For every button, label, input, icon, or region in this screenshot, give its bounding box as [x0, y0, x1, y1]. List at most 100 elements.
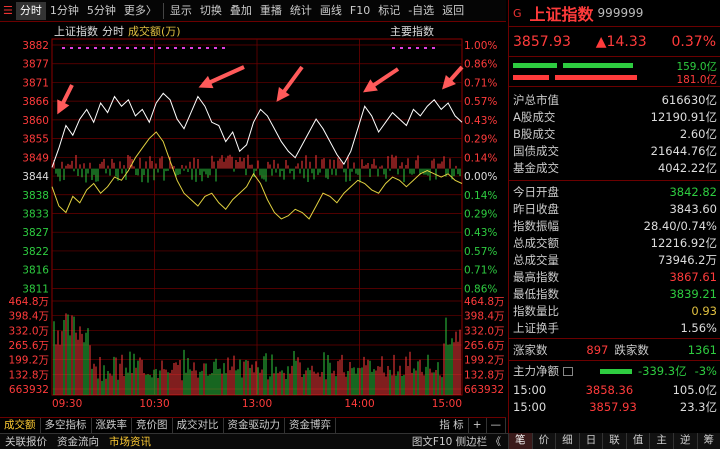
pct-tick-label: 0.57% — [464, 96, 497, 108]
marker-dot — [392, 47, 395, 49]
marker-dot — [190, 47, 193, 49]
display-button[interactable]: 显示 — [166, 2, 196, 20]
netflow-value: -339.3亿 — [638, 364, 687, 378]
quote-change: ▲14.33 — [595, 33, 647, 50]
overlay-button[interactable]: 叠加 — [226, 2, 256, 20]
btn-detail[interactable]: 细 — [555, 433, 579, 449]
index-stat-value: 0.93 — [691, 303, 717, 318]
app-window: ☰ 分时 1分钟 5分钟 更多〉 显示 切换 叠加 重播 统计 画线 F10 标… — [0, 0, 720, 449]
menu-icon[interactable]: ☰ — [0, 2, 16, 20]
pct-tick-label: 0.86% — [464, 59, 497, 71]
index-stat-label: 今日开盘 — [513, 184, 559, 199]
index-stat-label: 上证换手 — [513, 320, 559, 335]
chart-volume-label: 成交额(万) — [128, 24, 181, 38]
btn-link[interactable]: 联 — [602, 433, 626, 449]
quote-panel: G 上证指数 999999 3857.93 ▲14.33 0.37% 159.0… — [508, 0, 720, 449]
index-stat-label: 最低指数 — [513, 286, 559, 301]
stats-button[interactable]: 统计 — [286, 2, 316, 20]
quote-flag: G — [513, 6, 522, 20]
index-stat-value: 3839.21 — [669, 286, 717, 301]
index-stat-value: 3867.61 — [669, 269, 717, 284]
status-market-news[interactable]: 市场资讯 — [104, 434, 156, 449]
add-button[interactable]: + — [469, 418, 487, 433]
vol-tick-label: 464.8万 — [8, 296, 49, 308]
marker-dot — [118, 47, 121, 49]
index-stats: 今日开盘 3842.82 昨日收盘 3843.60 指数振幅 28.40/0.74% 总成交… — [509, 181, 720, 339]
price-tick-label: 3827 — [22, 227, 49, 239]
intraday-chart[interactable]: 上证指数 分时 成交额(万) 主要指数 3882 1.00% 3877 0.86% 38… — [0, 23, 506, 417]
market-stat-row: 沪总市值 616630亿 — [509, 91, 720, 108]
btn-price[interactable]: 价 — [531, 433, 556, 449]
market-stat-value: 4042.22亿 — [657, 160, 717, 175]
index-stat-value: 28.40/0.74% — [643, 218, 717, 233]
time-tick-label: 10:30 — [139, 398, 169, 410]
btn-chips[interactable]: 筹 — [696, 433, 720, 449]
index-stat-label: 指数量比 — [513, 303, 559, 318]
flow-bars: 159.0亿 181.0亿 — [509, 57, 720, 87]
tick-volume: 23.3亿 — [679, 399, 717, 414]
back-button[interactable]: 返回 — [438, 2, 468, 20]
tab-compare[interactable]: 成交对比 — [173, 418, 224, 433]
mark-button[interactable]: 标记 — [374, 2, 404, 20]
minus-button[interactable]: — — [487, 418, 506, 433]
tick-volume: 105.0亿 — [672, 382, 717, 397]
tab-5min[interactable]: 5分钟 — [83, 2, 120, 20]
replay-button[interactable]: 重播 — [256, 2, 286, 20]
tick-time: 15:00 — [513, 399, 547, 414]
main-index-label[interactable]: 主要指数 — [390, 24, 434, 38]
index-stat-row: 最高指数 3867.61 — [509, 268, 720, 285]
btn-trades[interactable]: 笔 — [508, 433, 532, 449]
market-stat-row: 基金成交 4042.22亿 — [509, 159, 720, 176]
marker-dot — [150, 47, 153, 49]
tab-game[interactable]: 资金博弈 — [285, 418, 336, 433]
tab-driver[interactable]: 资金驱动力 — [224, 418, 285, 433]
tick-row: 15:00 3857.93 23.3亿 — [509, 398, 720, 415]
tab-intraday[interactable]: 分时 — [15, 1, 46, 20]
watchlist-button[interactable]: -自选 — [404, 2, 438, 20]
tab-1min[interactable]: 1分钟 — [46, 2, 83, 20]
price-tick-label: 3844 — [22, 171, 49, 183]
market-stat-label: B股成交 — [513, 126, 556, 141]
price-tick-label: 3849 — [22, 152, 49, 164]
tab-longshort[interactable]: 多空指标 — [41, 418, 92, 433]
btn-main[interactable]: 主 — [649, 433, 673, 449]
btn-reverse[interactable]: 逆 — [672, 433, 697, 449]
f10-button[interactable]: F10 — [346, 2, 374, 20]
status-fund-flow[interactable]: 资金流向 — [52, 434, 104, 449]
marker-dot — [134, 47, 137, 49]
breadth-row: 涨家数 897 跌家数 1361 — [509, 339, 720, 361]
marker-dot — [214, 47, 217, 49]
marker-dot — [206, 47, 209, 49]
tab-updown[interactable]: 涨跌率 — [92, 418, 132, 433]
marker-dot — [94, 47, 97, 49]
netflow-pct: -3% — [694, 364, 717, 378]
market-stat-value: 21644.76亿 — [650, 143, 717, 158]
vol-tick-label-right: 265.6万 — [464, 340, 505, 352]
netflow-label: 主力净额 — [513, 364, 559, 378]
draw-button[interactable]: 画线 — [316, 2, 346, 20]
pct-tick-label: 0.14% — [464, 152, 497, 164]
tab-turnover[interactable]: 成交额 — [0, 418, 41, 433]
vol-tick-label: 132.8万 — [8, 369, 49, 381]
price-tick-label: 3816 — [22, 265, 49, 277]
btn-value[interactable]: 值 — [625, 433, 650, 449]
status-related-quotes[interactable]: 关联报价 — [0, 434, 52, 449]
btn-day[interactable]: 日 — [578, 433, 603, 449]
vol-tick-label: 332.0万 — [8, 325, 49, 337]
quote-price: 3857.93 — [513, 33, 571, 50]
netflow-toggle-icon[interactable] — [563, 366, 573, 376]
divider — [162, 2, 164, 19]
index-stat-label: 指数振幅 — [513, 218, 559, 233]
tab-auction[interactable]: 竞价图 — [132, 418, 173, 433]
marker-dot — [86, 47, 89, 49]
tab-more[interactable]: 更多〉 — [120, 2, 161, 20]
pct-tick-label: 1.00% — [464, 40, 497, 52]
indicator-button[interactable]: 指 标 — [435, 418, 469, 433]
switch-button[interactable]: 切换 — [196, 2, 226, 20]
down-count-label: 跌家数 — [614, 342, 649, 357]
index-stat-label: 总成交额 — [513, 235, 559, 250]
vol-tick-label-right: 398.4万 — [464, 311, 505, 323]
index-stat-row: 总成交量 73946.2万 — [509, 251, 720, 268]
market-stat-value: 616630亿 — [661, 92, 717, 107]
status-sidebar[interactable]: 图文F10 侧边栏 《 — [407, 434, 506, 449]
